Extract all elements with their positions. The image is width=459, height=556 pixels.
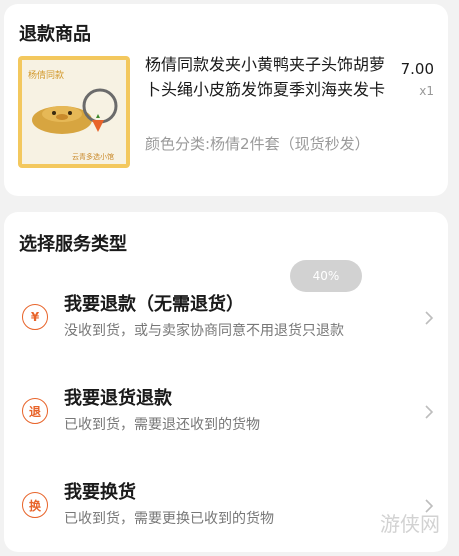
service-type-card: 选择服务类型 ¥ 我要退款（无需退货） 没收到货，或与卖家协商同意不用退货只退款…: [4, 212, 448, 552]
progress-badge: 40%: [290, 260, 362, 292]
option-title: 我要退款（无需退货）: [64, 294, 244, 315]
thumbnail-footer-text: 云青多选小馆: [72, 153, 114, 161]
refund-icon: ¥: [22, 304, 48, 330]
option-title: 我要换货: [64, 482, 136, 503]
chevron-right-icon: [425, 405, 434, 419]
service-type-section-title: 选择服务类型: [19, 234, 127, 255]
return-icon: 退: [22, 398, 48, 424]
product-thumbnail[interactable]: 杨倩同款 云青多选小馆: [18, 56, 130, 168]
exchange-icon: 换: [22, 492, 48, 518]
option-description: 已收到货，需要退还收到的货物: [64, 417, 260, 433]
refund-product-card: 退款商品 杨倩同款 云青多选小馆 杨倩同款发夹小黄鸭夹子头饰胡萝卜头绳小皮筋发饰…: [4, 4, 448, 196]
chevron-right-icon: [425, 311, 434, 325]
duck-clip-and-hair-tie-icon: [32, 88, 118, 134]
return-refund-option[interactable]: 退 我要退货退款 已收到货，需要退还收到的货物: [4, 384, 448, 444]
product-sku: 颜色分类:杨倩2件套（现货秒发）: [145, 135, 370, 153]
watermark: 游侠网: [380, 512, 440, 536]
refund-product-section-title: 退款商品: [19, 24, 91, 45]
option-title: 我要退货退款: [64, 388, 172, 409]
product-price: 7.00: [400, 60, 434, 78]
product-title: 杨倩同款发夹小黄鸭夹子头饰胡萝卜头绳小皮筋发饰夏季刘海夹发卡: [145, 55, 386, 99]
product-quantity: x1: [419, 84, 434, 98]
product-image: 杨倩同款 云青多选小馆: [22, 60, 126, 164]
option-description: 已收到货，需要更换已收到的货物: [64, 511, 274, 527]
refund-only-option[interactable]: ¥ 我要退款（无需退货） 没收到货，或与卖家协商同意不用退货只退款: [4, 290, 448, 350]
option-description: 没收到货，或与卖家协商同意不用退货只退款: [64, 323, 344, 339]
